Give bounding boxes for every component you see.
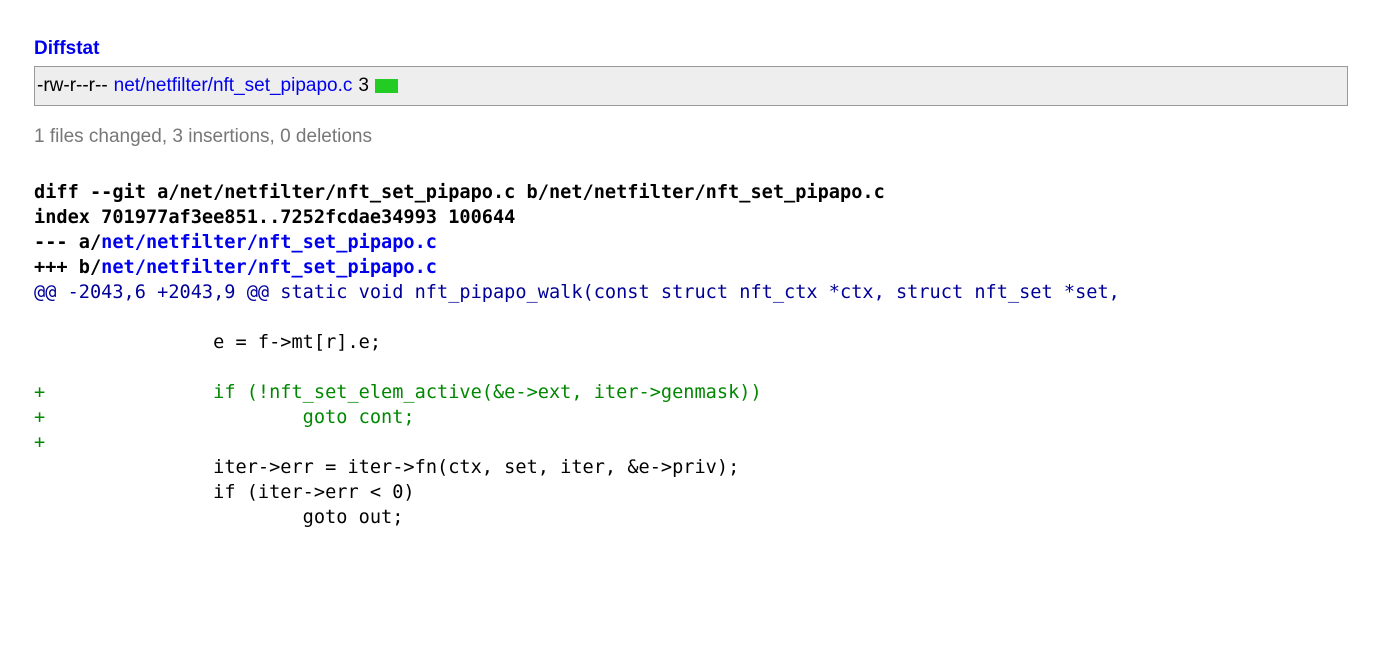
diff-context-line: [34, 305, 1120, 330]
diff-context-line: goto out;: [34, 507, 404, 528]
diffstat-file-link[interactable]: net/netfilter/nft_set_pipapo.c: [114, 75, 353, 97]
diffstat-link[interactable]: Diffstat: [34, 38, 99, 60]
diff-index-line: index 701977af3ee851..7252fcdae34993 100…: [34, 207, 516, 228]
plus-file-link[interactable]: net/netfilter/nft_set_pipapo.c: [101, 257, 437, 278]
diff-context-line: iter->err = iter->fn(ctx, set, iter, &e-…: [34, 457, 740, 478]
diff-context-line: [34, 355, 1120, 380]
hunk-header: @@ -2043,6 +2043,9 @@ static void nft_pi…: [34, 282, 1120, 303]
plus-prefix: +++ b/: [34, 257, 102, 278]
diff-plus-header: +++ b/net/netfilter/nft_set_pipapo.c: [34, 255, 1120, 280]
diff-context-line: e = f->mt[r].e;: [34, 332, 382, 353]
minus-prefix: --- a/: [34, 232, 102, 253]
diffstat-graph: [374, 79, 398, 93]
change-summary: 1 files changed, 3 insertions, 0 deletio…: [34, 126, 372, 147]
file-mode: -rw-r--r--: [37, 75, 108, 96]
diff-added-line: + goto cont;: [34, 407, 415, 428]
minus-file-link[interactable]: net/netfilter/nft_set_pipapo.c: [101, 232, 437, 253]
diff-added-line: + if (!nft_set_elem_active(&e->ext, iter…: [34, 382, 762, 403]
diff-minus-header: --- a/net/netfilter/nft_set_pipapo.c: [34, 230, 1120, 255]
diff-context-line: if (iter->err < 0): [34, 482, 415, 503]
diff-added-line: +: [34, 432, 46, 453]
diff-git-header: diff --git a/net/netfilter/nft_set_pipap…: [34, 182, 885, 203]
diff-view: diff --git a/net/netfilter/nft_set_pipap…: [34, 180, 1120, 530]
change-count: 3: [358, 75, 369, 96]
diffstat-table: -rw-r--r-- net/netfilter/nft_set_pipapo.…: [34, 66, 1348, 106]
